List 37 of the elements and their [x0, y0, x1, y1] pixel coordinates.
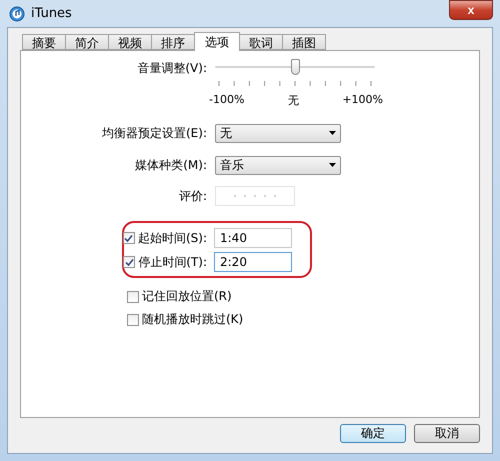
- media-kind-dropdown[interactable]: 音乐: [215, 156, 341, 174]
- checkmark-icon: [124, 258, 134, 266]
- tab[interactable]: 排序: [151, 34, 195, 50]
- window-title: iTunes: [31, 6, 72, 21]
- time-field[interactable]: 1:40: [214, 228, 292, 248]
- max-label: +100%: [342, 92, 383, 108]
- tab[interactable]: 简介: [65, 34, 109, 50]
- checkmark-icon: [124, 234, 134, 242]
- ok-button[interactable]: 确定: [340, 424, 406, 443]
- time-label: 停止时间(T):: [138, 254, 207, 270]
- slider-thumb[interactable]: [291, 59, 300, 75]
- equalizer-label: 均衡器预定设置(E):: [101, 124, 207, 142]
- caret-icon: [329, 131, 336, 135]
- tab[interactable]: 插图: [282, 34, 326, 50]
- option-label: 记住回放位置(R): [142, 288, 232, 305]
- volume-label: 音量调整(V):: [136, 60, 207, 76]
- option-label: 随机播放时跳过(K): [142, 311, 244, 328]
- tab[interactable]: 歌词: [239, 34, 283, 50]
- equalizer-dropdown[interactable]: 无: [215, 124, 341, 142]
- rating-label: 评价:: [178, 188, 207, 204]
- music-note-icon: [9, 6, 25, 22]
- rating-field[interactable]: [215, 186, 295, 206]
- close-button[interactable]: x: [449, 0, 493, 20]
- min-label: -100%: [209, 92, 244, 108]
- checkbox[interactable]: [123, 256, 136, 268]
- checkbox[interactable]: [127, 314, 139, 326]
- tab[interactable]: 选项: [194, 32, 240, 51]
- tab[interactable]: 视频: [108, 34, 152, 50]
- time-field[interactable]: 2:20: [214, 252, 292, 272]
- checkbox[interactable]: [122, 232, 135, 244]
- caret-icon: [329, 163, 336, 167]
- media-kind-label: 媒体种类(M):: [134, 156, 207, 174]
- cancel-button[interactable]: 取消: [414, 424, 480, 443]
- time-label: 起始时间(S):: [138, 230, 207, 246]
- checkbox[interactable]: [127, 290, 139, 302]
- tab[interactable]: 摘要: [22, 34, 66, 50]
- mid-label: 无: [288, 92, 299, 108]
